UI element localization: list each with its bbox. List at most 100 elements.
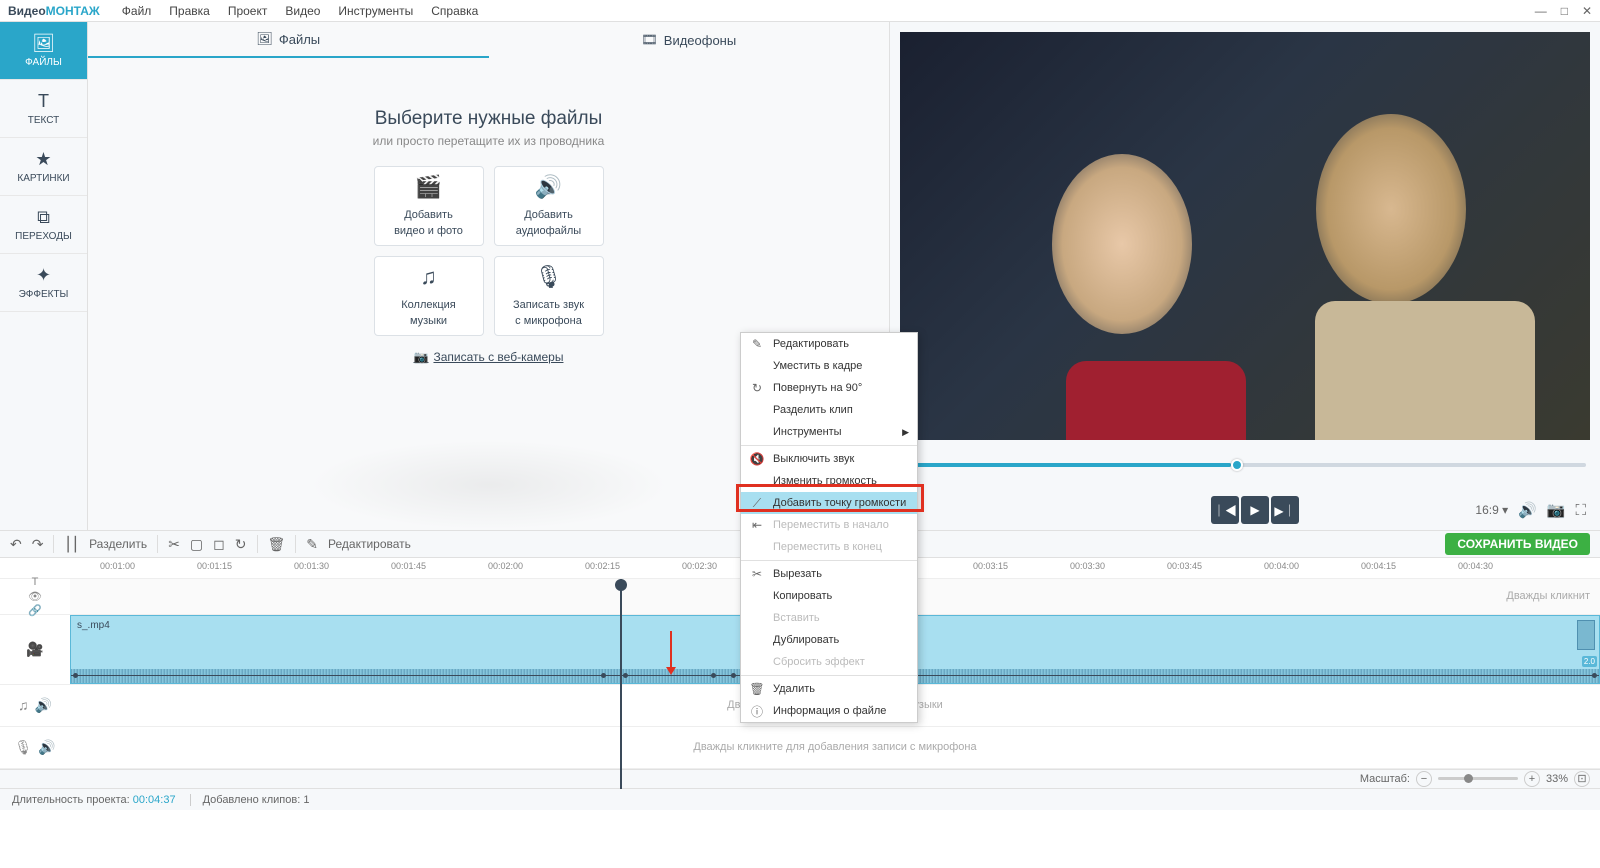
minimize-icon[interactable]: — bbox=[1535, 4, 1547, 18]
ctx-label: Информация о файле bbox=[773, 705, 886, 717]
ctx-item[interactable]: ↻Повернуть на 90° bbox=[741, 377, 917, 399]
ctx-item[interactable]: 🗑Удалить bbox=[741, 678, 917, 700]
menu-tools[interactable]: Инструменты bbox=[338, 4, 413, 18]
ctx-item[interactable]: Уместить в кадре bbox=[741, 355, 917, 377]
ctx-icon: 🗑 bbox=[749, 682, 765, 696]
film-icon: 🎞 bbox=[641, 32, 658, 48]
add-video-button[interactable]: 🎬Добавитьвидео и фото bbox=[374, 166, 484, 246]
webcam-link[interactable]: 📷Записать с веб-камеры bbox=[414, 350, 564, 364]
video-track-icon: 🎥 bbox=[26, 641, 43, 658]
ctx-item[interactable]: ⟋Добавить точку громкости bbox=[741, 492, 917, 514]
duration-label: Длительность проекта: bbox=[12, 794, 130, 806]
frame-button[interactable]: ◻ bbox=[213, 536, 225, 553]
sidebar-effects[interactable]: ✦ЭФФЕКТЫ bbox=[0, 254, 87, 312]
sidebar-text[interactable]: TТЕКСТ bbox=[0, 80, 87, 138]
zoom-in-button[interactable]: + bbox=[1524, 771, 1540, 787]
ctx-item[interactable]: Изменить громкость bbox=[741, 470, 917, 492]
ctx-item[interactable]: Копировать bbox=[741, 585, 917, 607]
sidebar-label: ТЕКСТ bbox=[28, 115, 60, 126]
clips-value: 1 bbox=[303, 794, 309, 806]
seek-bar[interactable] bbox=[904, 463, 1586, 467]
zoom-value: 33% bbox=[1546, 773, 1568, 785]
visibility-icon[interactable]: 👁 bbox=[28, 590, 42, 603]
volume-icon[interactable]: 🔊 bbox=[1518, 501, 1537, 519]
menu-video[interactable]: Видео bbox=[285, 4, 320, 18]
zoom-fit-button[interactable]: ⊡ bbox=[1574, 771, 1590, 787]
text-track-icon: T bbox=[32, 576, 39, 588]
ctx-item[interactable]: ✂Вырезать bbox=[741, 563, 917, 585]
star-icon: ★ bbox=[35, 149, 51, 170]
ruler-tick: 00:01:00 bbox=[100, 561, 135, 571]
sidebar-label: КАРТИНКИ bbox=[17, 173, 69, 184]
crop-button[interactable]: ▢ bbox=[190, 536, 203, 553]
sidebar-files[interactable]: 🖼ФАЙЛЫ bbox=[0, 22, 87, 80]
ctx-label: Копировать bbox=[773, 590, 832, 602]
fullscreen-icon[interactable]: ⛶ bbox=[1575, 502, 1586, 519]
save-video-button[interactable]: СОХРАНИТЬ ВИДЕО bbox=[1445, 533, 1590, 555]
ctx-item[interactable]: Дублировать bbox=[741, 629, 917, 651]
effects-icon: ✦ bbox=[36, 265, 51, 286]
split-icon[interactable]: ⎮⎮ bbox=[64, 536, 79, 553]
camera-icon: 📷 bbox=[414, 350, 429, 364]
menu-edit[interactable]: Правка bbox=[169, 4, 210, 18]
music-icon: ♫ bbox=[420, 263, 437, 292]
snapshot-icon[interactable]: 📷 bbox=[1547, 501, 1566, 519]
close-icon[interactable]: ✕ bbox=[1582, 4, 1592, 18]
ctx-item[interactable]: Инструменты ▶ bbox=[741, 421, 917, 443]
mute-icon[interactable]: 🔊 bbox=[38, 739, 55, 756]
playhead[interactable] bbox=[620, 579, 622, 789]
preview-player[interactable] bbox=[900, 32, 1590, 440]
rotate-button[interactable]: ↻ bbox=[235, 536, 247, 553]
zoom-label: Масштаб: bbox=[1360, 773, 1410, 785]
ctx-label: Дублировать bbox=[773, 634, 839, 646]
ctx-icon: ⇤ bbox=[749, 518, 765, 532]
tab-backgrounds[interactable]: 🎞 Видеофоны bbox=[489, 22, 890, 58]
music-collection-button[interactable]: ♫Коллекциямузыки bbox=[374, 256, 484, 336]
ctx-label: Разделить клип bbox=[773, 404, 853, 416]
cut-button[interactable]: ✂ bbox=[168, 536, 180, 553]
ctx-item[interactable]: 🔇Выключить звук bbox=[741, 448, 917, 470]
ctx-label: Инструменты bbox=[773, 426, 842, 438]
next-button[interactable]: ▶｜ bbox=[1271, 496, 1299, 524]
menu-help[interactable]: Справка bbox=[431, 4, 478, 18]
tab-files[interactable]: 🖼Файлы bbox=[88, 22, 489, 58]
ruler-tick: 00:02:30 bbox=[682, 561, 717, 571]
ctx-item[interactable]: ⓘИнформация о файле bbox=[741, 700, 917, 722]
ctx-item[interactable]: ✎Редактировать bbox=[741, 333, 917, 355]
undo-button[interactable]: ↶ bbox=[10, 536, 22, 553]
aspect-ratio[interactable]: 16:9 ▾ bbox=[1475, 503, 1508, 517]
zoom-slider[interactable] bbox=[1438, 777, 1518, 780]
maximize-icon[interactable]: □ bbox=[1561, 4, 1568, 18]
mic-track[interactable]: Дважды кликните для добавления записи с … bbox=[70, 727, 1600, 768]
ruler-tick: 00:02:15 bbox=[585, 561, 620, 571]
add-audio-button[interactable]: 🔊Добавитьаудиофайлы bbox=[494, 166, 604, 246]
clips-label: Добавлено клипов: bbox=[203, 794, 301, 806]
chevron-right-icon: ▶ bbox=[902, 427, 909, 438]
ctx-item[interactable]: Разделить клип bbox=[741, 399, 917, 421]
ctx-label: Изменить громкость bbox=[773, 475, 877, 487]
clip-name: s_.mp4 bbox=[77, 620, 110, 631]
record-mic-button[interactable]: 🎙Записать звукс микрофона bbox=[494, 256, 604, 336]
delete-button[interactable]: 🗑 bbox=[268, 536, 286, 553]
sidebar-transitions[interactable]: ⧉ПЕРЕХОДЫ bbox=[0, 196, 87, 254]
mic-icon: 🎙 bbox=[535, 263, 563, 292]
annotation-arrow bbox=[670, 631, 676, 675]
ruler-tick: 00:01:15 bbox=[197, 561, 232, 571]
main-menu: Файл Правка Проект Видео Инструменты Спр… bbox=[122, 4, 479, 18]
ctx-label: Выключить звук bbox=[773, 453, 854, 465]
ctx-label: Сбросить эффект bbox=[773, 656, 865, 668]
ctx-label: Переместить в конец bbox=[773, 541, 882, 553]
sidebar-images[interactable]: ★ КАРТИНКИ bbox=[0, 138, 87, 196]
zoom-out-button[interactable]: − bbox=[1416, 771, 1432, 787]
edit-button[interactable]: Редактировать bbox=[328, 537, 411, 551]
mute-icon[interactable]: 🔊 bbox=[35, 697, 52, 714]
prev-button[interactable]: ｜◀ bbox=[1211, 496, 1239, 524]
menu-project[interactable]: Проект bbox=[228, 4, 268, 18]
edit-icon[interactable]: ✎ bbox=[306, 536, 318, 553]
menu-file[interactable]: Файл bbox=[122, 4, 152, 18]
tab-label: Видеофоны bbox=[664, 33, 736, 48]
redo-button[interactable]: ↷ bbox=[32, 536, 44, 553]
split-button[interactable]: Разделить bbox=[89, 537, 147, 551]
decoration bbox=[309, 440, 669, 530]
play-button[interactable]: ▶ bbox=[1241, 496, 1269, 524]
